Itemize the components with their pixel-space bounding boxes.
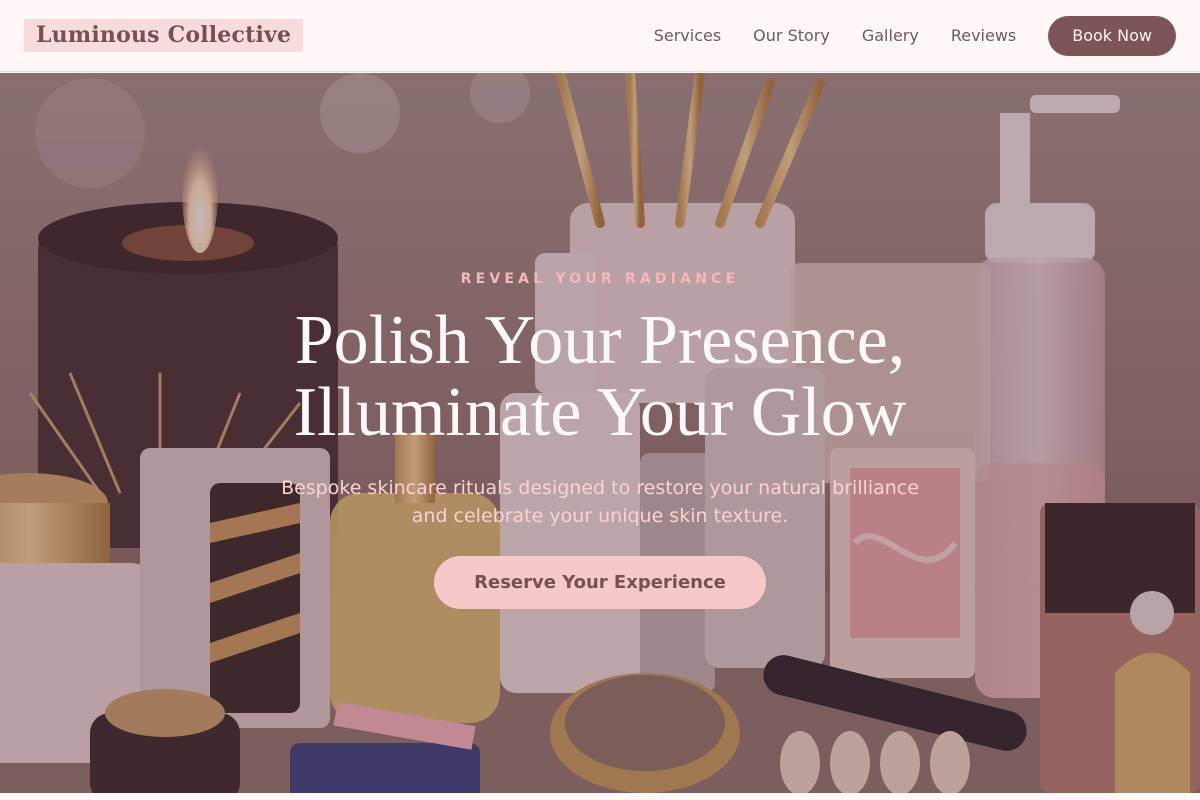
reserve-experience-button[interactable]: Reserve Your Experience [434, 556, 766, 609]
hero-eyebrow: REVEAL YOUR RADIANCE [460, 271, 740, 287]
hero-headline-line-1: Polish Your Presence, [294, 302, 906, 379]
hero-headline-line-2: Illuminate Your Glow [293, 374, 907, 451]
page-bottom-strip [0, 793, 1200, 800]
nav-link-reviews[interactable]: Reviews [951, 26, 1016, 45]
hero-subtitle-line-1: Bespoke skincare rituals designed to res… [281, 477, 919, 499]
top-navigation: Luminous Collective Services Our Story G… [0, 0, 1200, 72]
nav-link-gallery[interactable]: Gallery [862, 26, 919, 45]
hero-subtitle-line-2: and celebrate your unique skin texture. [411, 505, 789, 527]
nav-menu: Services Our Story Gallery Reviews Book … [654, 15, 1176, 56]
hero-section: REVEAL YOUR RADIANCE Polish Your Presenc… [0, 73, 1200, 793]
hero-headline: Polish Your Presence, Illuminate Your Gl… [0, 305, 1200, 449]
nav-link-our-story[interactable]: Our Story [753, 26, 830, 45]
hero-subtitle: Bespoke skincare rituals designed to res… [250, 474, 950, 530]
hero-content: REVEAL YOUR RADIANCE Polish Your Presenc… [0, 73, 1200, 793]
book-now-button[interactable]: Book Now [1048, 15, 1176, 56]
nav-link-services[interactable]: Services [654, 26, 721, 45]
brand-logo[interactable]: Luminous Collective [24, 19, 304, 52]
